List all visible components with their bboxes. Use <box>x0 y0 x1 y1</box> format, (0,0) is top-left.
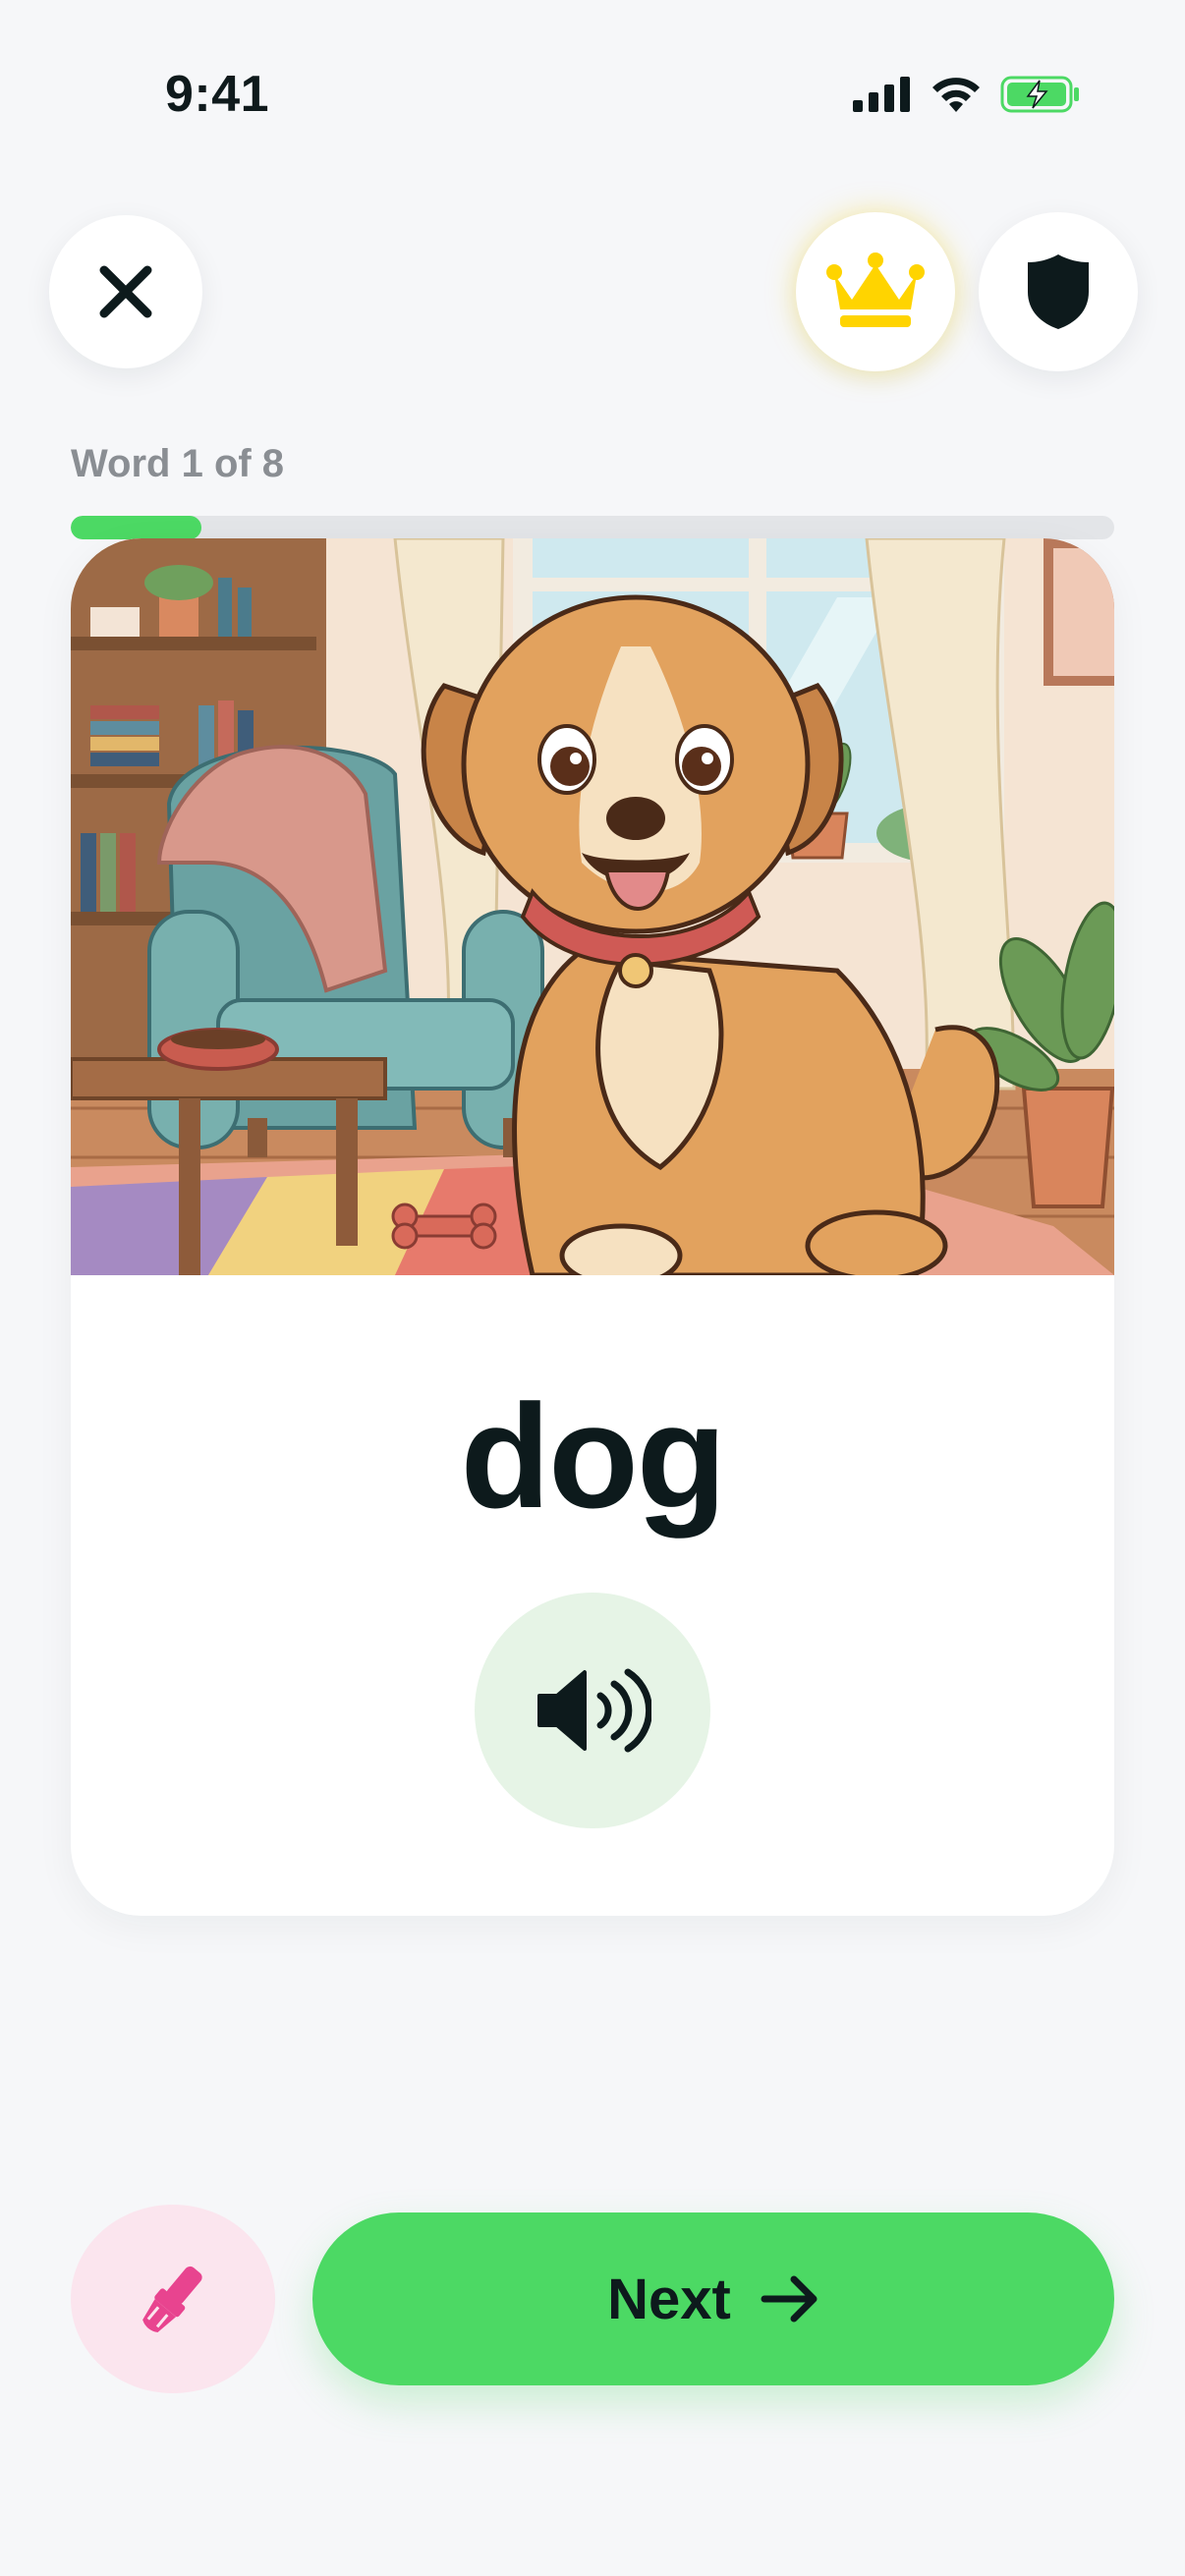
signal-icon <box>853 77 910 112</box>
next-button[interactable]: Next <box>312 2212 1114 2385</box>
premium-button[interactable] <box>796 212 955 371</box>
crown-icon <box>826 252 925 327</box>
speaker-icon <box>537 1668 651 1753</box>
paintbrush-icon <box>142 2266 202 2333</box>
flashcard-screen: 9:41 Word 1 of 8 dog Next <box>0 0 1185 2576</box>
word-card: dog <box>71 538 1114 1916</box>
progress-fill <box>71 516 201 539</box>
next-label: Next <box>607 2267 731 2331</box>
paint-button[interactable] <box>71 2205 275 2393</box>
arrow-right-icon <box>761 2275 818 2323</box>
close-button[interactable] <box>49 215 202 368</box>
battery-charging-icon <box>1000 76 1079 113</box>
progress-label: Word 1 of 8 <box>71 442 285 485</box>
shield-button[interactable] <box>979 212 1138 371</box>
shield-icon <box>1028 254 1089 329</box>
wifi-icon <box>932 78 980 112</box>
status-icons <box>853 75 1081 114</box>
dog-illustration <box>71 538 1114 1275</box>
progress-bar <box>71 516 1114 539</box>
status-time: 9:41 <box>165 66 270 123</box>
word-label: dog <box>460 1373 727 1539</box>
play-audio-button[interactable] <box>475 1593 710 1828</box>
close-icon <box>99 265 152 318</box>
